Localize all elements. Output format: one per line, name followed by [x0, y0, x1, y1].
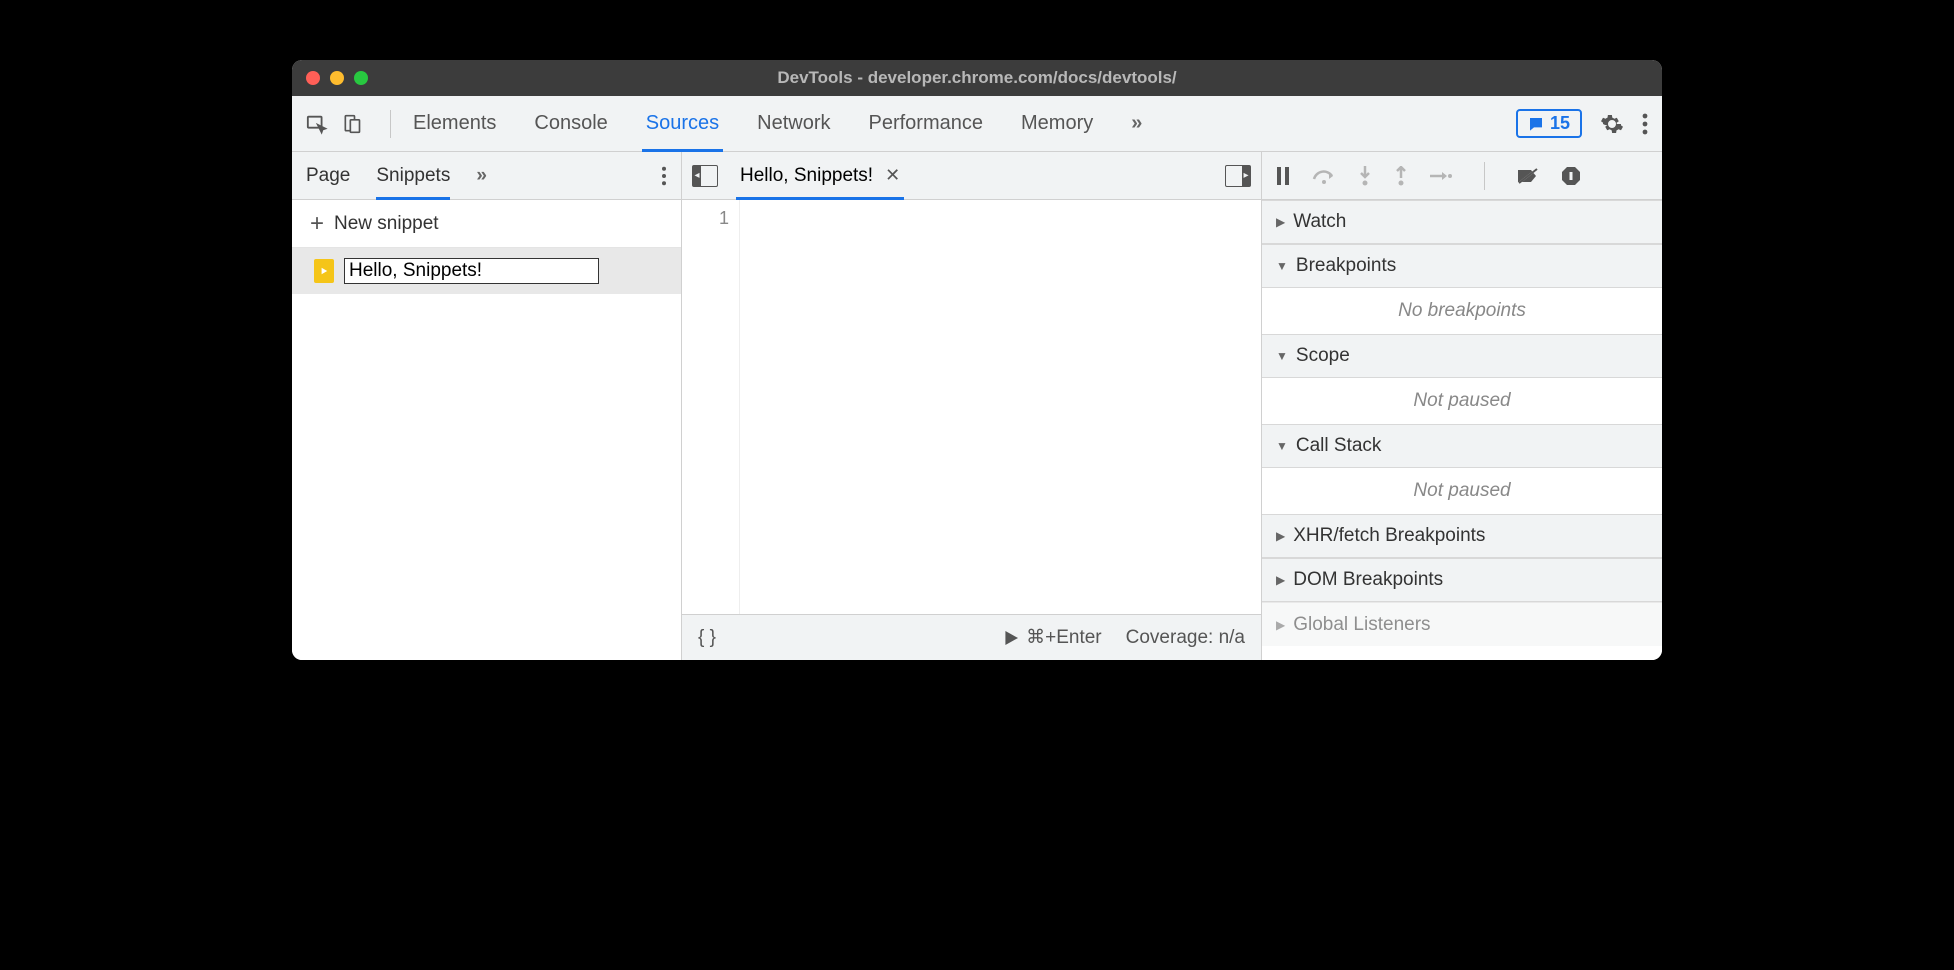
- new-snippet-label: New snippet: [334, 213, 439, 235]
- device-toolbar-icon[interactable]: [342, 113, 362, 135]
- section-label: Scope: [1296, 345, 1350, 367]
- run-shortcut-label: ⌘+Enter: [1026, 626, 1102, 649]
- snippet-list: [292, 248, 681, 660]
- main-toolbar: Elements Console Sources Network Perform…: [292, 96, 1662, 152]
- window-title: DevTools - developer.chrome.com/docs/dev…: [777, 68, 1176, 88]
- code-area[interactable]: [740, 200, 1261, 614]
- run-snippet-button[interactable]: ⌘+Enter: [1004, 626, 1102, 649]
- section-label: XHR/fetch Breakpoints: [1293, 525, 1485, 547]
- section-label: DOM Breakpoints: [1293, 569, 1443, 591]
- pretty-print-icon[interactable]: { }: [698, 627, 716, 649]
- code-editor[interactable]: 1: [682, 200, 1261, 614]
- devtools-window: DevTools - developer.chrome.com/docs/dev…: [292, 60, 1662, 660]
- editor-footer: { } ⌘+Enter Coverage: n/a: [682, 614, 1261, 660]
- nav-tab-snippets[interactable]: Snippets: [376, 152, 450, 199]
- step-out-icon[interactable]: [1394, 166, 1408, 186]
- editor-tabbar: ◂ Hello, Snippets! ✕ ▸: [682, 152, 1261, 200]
- tab-performance[interactable]: Performance: [865, 96, 988, 151]
- deactivate-breakpoints-icon[interactable]: [1517, 167, 1539, 185]
- section-xhr-breakpoints[interactable]: ▶ XHR/fetch Breakpoints: [1262, 514, 1662, 558]
- debugger-pane: ▶ Watch ▼ Breakpoints No breakpoints ▼ S…: [1262, 152, 1662, 660]
- plus-icon: +: [310, 210, 324, 238]
- tab-memory[interactable]: Memory: [1017, 96, 1097, 151]
- collapse-right-pane-icon[interactable]: ▸: [1225, 165, 1251, 187]
- tab-elements[interactable]: Elements: [409, 96, 500, 151]
- snippet-rename-input[interactable]: [344, 258, 599, 284]
- section-label: Call Stack: [1296, 435, 1382, 457]
- separator: [390, 110, 391, 138]
- more-tabs-icon[interactable]: »: [1131, 112, 1142, 135]
- kebab-menu-icon[interactable]: [1642, 113, 1648, 135]
- editor-tab-label: Hello, Snippets!: [740, 165, 873, 187]
- section-global-listeners[interactable]: ▶ Global Listeners: [1262, 602, 1662, 646]
- minimize-window-button[interactable]: [330, 71, 344, 85]
- chevron-down-icon: ▼: [1276, 259, 1288, 273]
- chevron-right-icon: ▶: [1276, 529, 1285, 543]
- nav-tab-page[interactable]: Page: [306, 152, 350, 199]
- nav-more-tabs-icon[interactable]: »: [476, 165, 487, 187]
- navigator-pane: Page Snippets » + New snippet: [292, 152, 682, 660]
- separator: [1484, 162, 1485, 190]
- pause-icon[interactable]: [1276, 167, 1290, 185]
- chevron-down-icon: ▼: [1276, 439, 1288, 453]
- step-over-icon[interactable]: [1312, 167, 1336, 185]
- tab-sources[interactable]: Sources: [642, 96, 723, 151]
- tab-network[interactable]: Network: [753, 96, 834, 151]
- close-tab-icon[interactable]: ✕: [885, 165, 900, 186]
- new-snippet-button[interactable]: + New snippet: [292, 200, 681, 248]
- debugger-toolbar: [1262, 152, 1662, 200]
- gear-icon[interactable]: [1600, 112, 1624, 136]
- coverage-label: Coverage: n/a: [1126, 627, 1245, 649]
- editor-pane: ◂ Hello, Snippets! ✕ ▸ 1 { }: [682, 152, 1262, 660]
- messages-button[interactable]: 15: [1516, 109, 1582, 138]
- pause-on-exceptions-icon[interactable]: [1561, 166, 1581, 186]
- section-dom-breakpoints[interactable]: ▶ DOM Breakpoints: [1262, 558, 1662, 602]
- close-window-button[interactable]: [306, 71, 320, 85]
- section-callstack[interactable]: ▼ Call Stack: [1262, 424, 1662, 468]
- titlebar: DevTools - developer.chrome.com/docs/dev…: [292, 60, 1662, 96]
- section-scope[interactable]: ▼ Scope: [1262, 334, 1662, 378]
- step-into-icon[interactable]: [1358, 166, 1372, 186]
- tab-console[interactable]: Console: [530, 96, 611, 151]
- section-label: Breakpoints: [1296, 255, 1396, 277]
- inspect-element-icon[interactable]: [306, 113, 328, 135]
- zoom-window-button[interactable]: [354, 71, 368, 85]
- section-watch[interactable]: ▶ Watch: [1262, 200, 1662, 244]
- traffic-lights: [306, 71, 368, 85]
- chevron-right-icon: ▶: [1276, 618, 1285, 632]
- callstack-body: Not paused: [1262, 468, 1662, 514]
- chevron-down-icon: ▼: [1276, 349, 1288, 363]
- editor-tab[interactable]: Hello, Snippets! ✕: [736, 152, 904, 199]
- chevron-right-icon: ▶: [1276, 215, 1285, 229]
- section-label: Global Listeners: [1293, 614, 1430, 636]
- message-count: 15: [1550, 113, 1570, 134]
- section-label: Watch: [1293, 211, 1346, 233]
- line-number: 1: [682, 208, 729, 229]
- navigator-tabs: Page Snippets »: [292, 152, 681, 200]
- section-breakpoints[interactable]: ▼ Breakpoints: [1262, 244, 1662, 288]
- snippet-file-icon: [314, 259, 334, 283]
- nav-kebab-icon[interactable]: [661, 166, 667, 186]
- chevron-right-icon: ▶: [1276, 573, 1285, 587]
- collapse-left-pane-icon[interactable]: ◂: [692, 165, 718, 187]
- line-gutter: 1: [682, 200, 740, 614]
- breakpoints-body: No breakpoints: [1262, 288, 1662, 334]
- step-icon[interactable]: [1430, 169, 1452, 183]
- panel-tabs: Elements Console Sources Network Perform…: [409, 96, 1142, 151]
- snippet-item[interactable]: [292, 248, 681, 294]
- scope-body: Not paused: [1262, 378, 1662, 424]
